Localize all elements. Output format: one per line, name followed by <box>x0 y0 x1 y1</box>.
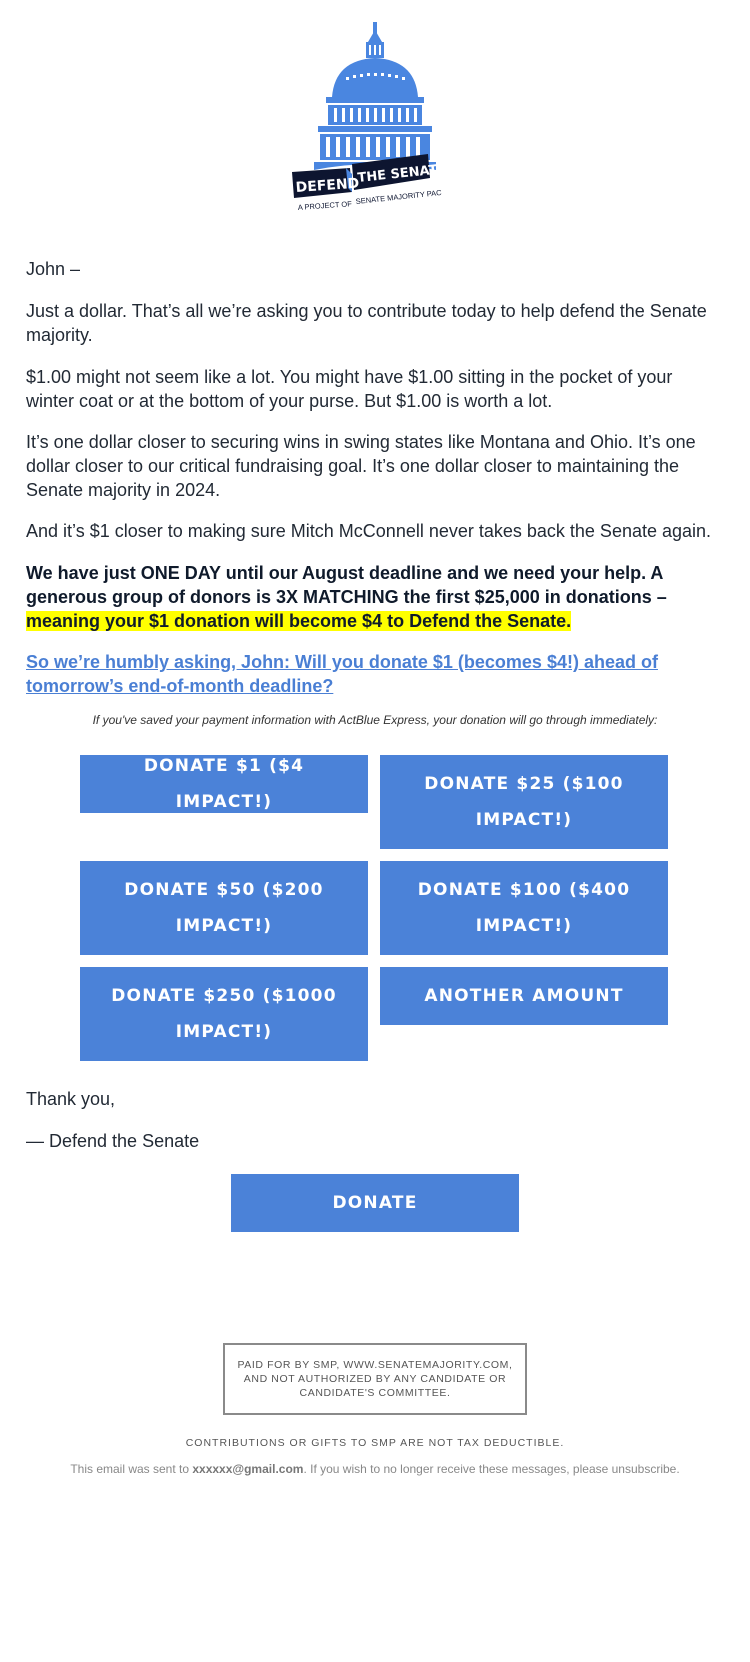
paragraph-deadline-matching: We have just ONE DAY until our August de… <box>26 561 716 633</box>
defend-the-senate-logo: DEFEND THE SENATE A PROJECT OF SENATE MA… <box>290 22 460 217</box>
capitol-dome-icon: DEFEND THE SENATE A PROJECT OF SENATE MA… <box>292 22 447 212</box>
donate-50-label: DONATE $50 ($200 IMPACT!) <box>124 880 324 936</box>
donate-1-button[interactable]: DONATE $1 ($4 IMPACT!) <box>80 755 368 813</box>
signoff-text: — Defend the Senate <box>26 1131 200 1151</box>
donate-1-label: DONATE $1 ($4 IMPACT!) <box>143 756 305 812</box>
svg-text:DEFEND: DEFEND <box>295 176 360 196</box>
another-amount-button[interactable]: ANOTHER AMOUNT <box>380 967 668 1025</box>
greeting: John – <box>26 259 81 279</box>
thank-you-text: Thank you, <box>26 1089 116 1109</box>
email-sent-notice: This email was sent to xxxxxx@gmail.com.… <box>0 1462 750 1476</box>
donate-250-label: DONATE $250 ($1000 IMPACT!) <box>111 986 337 1042</box>
donate-25-label: DONATE $25 ($100 IMPACT!) <box>424 774 624 830</box>
donate-100-label: DONATE $100 ($400 IMPACT!) <box>417 880 631 936</box>
sent-prefix: This email was sent to <box>70 1462 193 1476</box>
tax-deductible-note: CONTRIBUTIONS OR GIFTS TO SMP ARE NOT TA… <box>185 1437 565 1449</box>
donate-100-button[interactable]: DONATE $100 ($400 IMPACT!) <box>380 861 668 955</box>
donate-ask-link[interactable]: So we’re humbly asking, John: Will you d… <box>26 652 658 696</box>
recipient-email: xxxxxx@gmail.com <box>192 1462 304 1476</box>
highlighted-match-text: meaning your $1 donation will become $4 … <box>26 611 572 631</box>
another-amount-label: ANOTHER AMOUNT <box>424 986 624 1006</box>
disclaimer-text: PAID FOR BY SMP, WWW.SENATEMAJORITY.COM,… <box>237 1359 513 1399</box>
donate-250-button[interactable]: DONATE $250 ($1000 IMPACT!) <box>80 967 368 1061</box>
deadline-text: We have just ONE DAY until our August de… <box>26 563 667 607</box>
donate-25-button[interactable]: DONATE $25 ($100 IMPACT!) <box>380 755 668 849</box>
paragraph-just-a-dollar: Just a dollar. That’s all we’re asking y… <box>26 301 707 345</box>
donate-button[interactable]: DONATE <box>231 1174 519 1232</box>
donate-label: DONATE <box>332 1193 418 1213</box>
svg-text:SENATE MAJORITY PAC: SENATE MAJORITY PAC <box>355 188 442 206</box>
svg-text:A PROJECT OF: A PROJECT OF <box>298 199 353 212</box>
ask-paragraph: So we’re humbly asking, John: Will you d… <box>26 650 716 698</box>
paid-for-disclaimer: PAID FOR BY SMP, WWW.SENATEMAJORITY.COM,… <box>223 1343 527 1415</box>
unsubscribe-text[interactable]: . If you wish to no longer receive these… <box>303 1462 679 1476</box>
actblue-express-note: If you've saved your payment information… <box>92 713 658 727</box>
donate-50-button[interactable]: DONATE $50 ($200 IMPACT!) <box>80 861 368 955</box>
paragraph-dollar-worth: $1.00 might not seem like a lot. You mig… <box>26 367 673 411</box>
paragraph-mcconnell: And it’s $1 closer to making sure Mitch … <box>26 521 712 541</box>
paragraph-one-dollar-closer: It’s one dollar closer to securing wins … <box>26 432 696 500</box>
